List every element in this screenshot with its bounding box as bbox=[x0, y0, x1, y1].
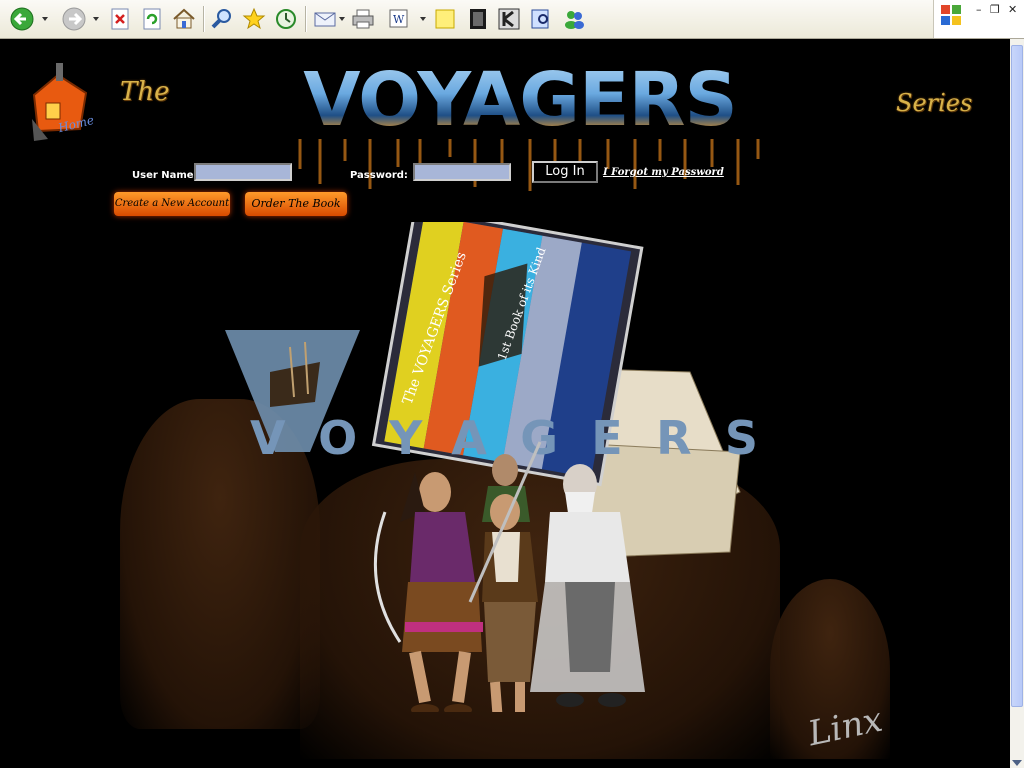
search-icon[interactable] bbox=[208, 5, 236, 33]
messenger-icon[interactable] bbox=[560, 5, 588, 33]
username-input[interactable] bbox=[194, 163, 292, 181]
svg-text:W: W bbox=[393, 13, 405, 26]
series-title-word: Series bbox=[896, 89, 973, 117]
k-icon[interactable] bbox=[496, 5, 522, 33]
back-icon[interactable] bbox=[8, 5, 36, 33]
create-account-button[interactable]: Create a New Account bbox=[114, 192, 230, 216]
edit-dropdown-icon[interactable] bbox=[420, 17, 426, 21]
username-label: User Name: bbox=[132, 170, 198, 181]
forward-icon[interactable] bbox=[60, 5, 88, 33]
stop-icon[interactable] bbox=[108, 5, 134, 33]
minimize-button[interactable]: – bbox=[976, 3, 982, 16]
password-input[interactable] bbox=[413, 163, 511, 181]
the-title-word: The bbox=[120, 77, 170, 107]
toolbar-separator bbox=[203, 6, 205, 32]
close-window-button[interactable]: ✕ bbox=[1008, 3, 1017, 16]
scroll-down-arrow-icon[interactable] bbox=[1012, 760, 1022, 766]
restore-button[interactable]: ❐ bbox=[990, 3, 1000, 16]
favorites-icon[interactable] bbox=[240, 5, 268, 33]
edit-icon[interactable]: W bbox=[386, 5, 412, 33]
mail-dropdown-icon[interactable] bbox=[339, 17, 345, 21]
home-icon[interactable] bbox=[170, 5, 198, 33]
browser-toolbar: W – ❐ ✕ bbox=[0, 0, 1024, 39]
vertical-scrollbar[interactable] bbox=[1010, 39, 1024, 768]
refresh-icon[interactable] bbox=[140, 5, 166, 33]
scrollbar-thumb[interactable] bbox=[1011, 45, 1023, 707]
forward-dropdown-icon[interactable] bbox=[93, 17, 99, 21]
notes-icon[interactable] bbox=[432, 5, 458, 33]
login-button[interactable]: Log In bbox=[532, 161, 598, 183]
book-and-characters-artwork: The VOYAGERS Series 1st Book of its Kind… bbox=[225, 222, 758, 712]
toolbar-separator bbox=[305, 6, 307, 32]
throbber-area: – ❐ ✕ bbox=[933, 0, 1024, 38]
media-icon[interactable] bbox=[466, 5, 490, 33]
forgot-password-link[interactable]: I Forgot my Password bbox=[603, 167, 724, 178]
mail-icon[interactable] bbox=[311, 5, 339, 33]
research-icon[interactable] bbox=[528, 5, 554, 33]
page-canvas: Home The VOYAGERS Series User Name: Pass… bbox=[0, 39, 1010, 768]
order-book-button[interactable]: Order The Book bbox=[245, 192, 347, 216]
home-link[interactable]: Home bbox=[28, 59, 95, 143]
windows-flag-icon bbox=[941, 5, 961, 25]
password-label: Password: bbox=[350, 170, 408, 181]
history-icon[interactable] bbox=[272, 5, 300, 33]
print-icon[interactable] bbox=[350, 5, 376, 33]
back-dropdown-icon[interactable] bbox=[42, 17, 48, 21]
